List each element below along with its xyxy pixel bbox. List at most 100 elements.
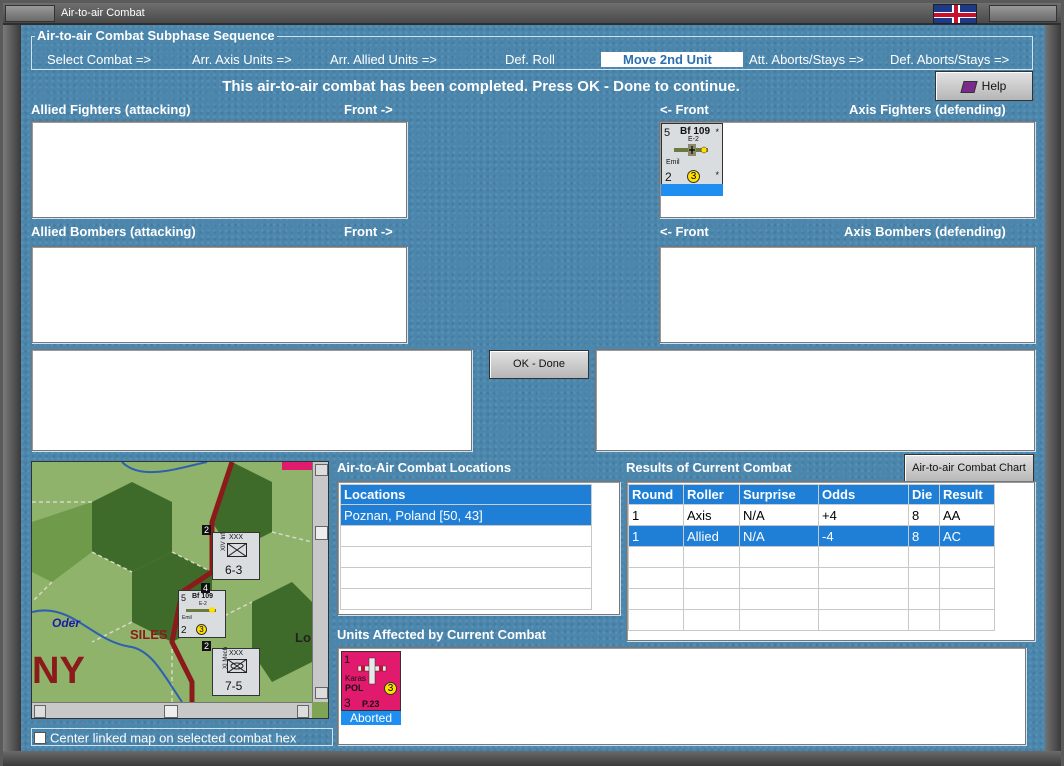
- axis-fighters-front-label: <- Front: [660, 102, 709, 117]
- map-fighter-nickname: Emil: [182, 615, 192, 621]
- phase-def-aborts-stays: Def. Aborts/Stays =>: [890, 52, 1010, 67]
- result-cell: +4: [818, 504, 909, 526]
- result-cell: [739, 609, 819, 631]
- map-unit2-strength: 7-5: [225, 679, 243, 693]
- col-die: Die: [908, 484, 940, 505]
- phase-select-combat: Select Combat =>: [47, 52, 152, 67]
- result-cell: [908, 588, 940, 610]
- map-unit-bf109[interactable]: 4 5 Bf 109 E-2 Emil 2 3: [178, 583, 226, 638]
- location-row[interactable]: [340, 588, 592, 610]
- units-affected-title: Units Affected by Current Combat: [337, 627, 546, 642]
- result-cell: [939, 546, 995, 568]
- result-row[interactable]: [628, 546, 995, 568]
- result-cell: [739, 588, 819, 610]
- map-unit-xiv-inf[interactable]: 2 XIV Inf XXX 6-3: [202, 525, 260, 580]
- map-vertical-scrollbar[interactable]: [312, 462, 328, 702]
- right-frame: [1043, 25, 1061, 765]
- locations-title: Air-to-Air Combat Locations: [337, 460, 512, 475]
- map-fighter-plane-icon: [186, 607, 216, 613]
- result-row[interactable]: [628, 609, 995, 631]
- map-fighter-bottom-left: 2: [181, 625, 187, 636]
- map-city-label: Lo: [295, 630, 311, 645]
- counter-star-top: *: [715, 127, 719, 137]
- p23-bottom-left: 3: [344, 696, 351, 710]
- counter-top-left: 5: [664, 127, 671, 139]
- result-cell: [628, 588, 684, 610]
- units-affected-panel[interactable]: 1 Karas POL 3 3 P.23 Aborted: [337, 647, 1026, 745]
- axis-bombers-panel[interactable]: [659, 246, 1035, 343]
- scroll-down-icon[interactable]: [315, 687, 328, 699]
- col-result: Result: [939, 484, 995, 505]
- locations-header: Locations: [340, 484, 592, 505]
- result-cell: [939, 588, 995, 610]
- bf109-counter[interactable]: 5 Bf 109 E-2 * Emil 2 3 *: [661, 123, 723, 185]
- location-cell: [340, 567, 592, 589]
- result-row[interactable]: 1 Axis N/A +4 8 AA: [628, 504, 995, 526]
- result-cell: 8: [908, 525, 940, 547]
- bf109-plane-icon: [674, 144, 708, 156]
- axis-fighters-panel[interactable]: 5 Bf 109 E-2 * Emil 2 3 *: [659, 121, 1035, 218]
- result-cell: [628, 609, 684, 631]
- result-cell: [739, 546, 819, 568]
- help-book-icon: [960, 80, 978, 93]
- phase-move-2nd-unit: Move 2nd Unit: [601, 52, 743, 67]
- counter-nickname: Emil: [666, 159, 680, 166]
- scroll-right-icon[interactable]: [297, 705, 309, 718]
- result-cell: [939, 609, 995, 631]
- p23-status: Aborted: [341, 711, 401, 725]
- system-menu-button[interactable]: [5, 5, 55, 22]
- location-row[interactable]: [340, 525, 592, 547]
- uk-flag-icon: [933, 4, 977, 24]
- map-horizontal-scrollbar[interactable]: [32, 702, 312, 718]
- help-label: Help: [981, 79, 1007, 93]
- counter-bottom-left: 2: [665, 170, 672, 184]
- result-cell: [628, 567, 684, 589]
- result-cell: Axis: [683, 504, 740, 526]
- window-controls-button[interactable]: [989, 5, 1057, 22]
- result-cell: [683, 588, 740, 610]
- allied-bombers-panel[interactable]: [31, 246, 407, 343]
- scroll-left-icon[interactable]: [34, 705, 46, 718]
- map-fighter-stack: 4: [201, 583, 211, 593]
- phase-def-roll: Def. Roll: [505, 52, 555, 67]
- locations-list[interactable]: Locations Poznan, Poland [50, 43]: [337, 481, 620, 615]
- axis-fighters-label: Axis Fighters (defending): [849, 102, 1006, 117]
- map-unit1-size: XXX: [229, 534, 244, 541]
- results-title: Results of Current Combat: [626, 460, 792, 475]
- map-fighter-range: 3: [196, 624, 207, 635]
- p23-counter[interactable]: 1 Karas POL 3 3 P.23: [341, 651, 401, 711]
- col-roller: Roller: [683, 484, 740, 505]
- result-cell: [818, 567, 909, 589]
- map-hscroll-thumb[interactable]: [164, 705, 178, 718]
- results-panel[interactable]: Round Roller Surprise Odds Die Result 1 …: [626, 481, 1035, 641]
- result-cell: [908, 609, 940, 631]
- linked-map[interactable]: Oder SILES NY Lo 2 XIV Inf XXX 6-3 4 5 B…: [31, 461, 329, 719]
- allied-fighters-panel[interactable]: [31, 121, 407, 218]
- help-button[interactable]: Help: [935, 71, 1033, 101]
- map-fighter-top-left: 5: [181, 593, 187, 603]
- location-row[interactable]: [340, 567, 592, 589]
- p23-range-badge: 3: [384, 682, 397, 695]
- result-row[interactable]: [628, 567, 995, 589]
- window-title: Air-to-air Combat: [61, 7, 145, 19]
- result-cell: [939, 567, 995, 589]
- result-cell: N/A: [739, 525, 819, 547]
- location-row[interactable]: Poznan, Poland [50, 43]: [340, 504, 592, 526]
- center-map-checkbox[interactable]: [34, 732, 46, 745]
- location-row[interactable]: [340, 546, 592, 568]
- phase-arr-allied-units: Arr. Allied Units =>: [330, 52, 437, 67]
- mech-symbol-icon: [227, 659, 247, 673]
- result-cell: [628, 546, 684, 568]
- counter-star-bottom: *: [715, 170, 719, 180]
- location-cell: Poznan, Poland [50, 43]: [340, 504, 592, 526]
- allied-fighters-front-label: Front ->: [344, 102, 393, 117]
- scroll-up-icon[interactable]: [315, 464, 328, 476]
- map-vscroll-thumb[interactable]: [315, 526, 328, 540]
- ok-done-button[interactable]: OK - Done: [489, 350, 589, 379]
- p23-top-left: 1: [344, 654, 351, 666]
- air-combat-chart-button[interactable]: Air-to-air Combat Chart: [904, 454, 1034, 483]
- result-row[interactable]: [628, 588, 995, 610]
- map-unit-xi-mech[interactable]: 2 XI Mech XXX 7-5: [202, 641, 260, 696]
- result-cell: [683, 609, 740, 631]
- result-row[interactable]: 1 Allied N/A -4 8 AC: [628, 525, 995, 547]
